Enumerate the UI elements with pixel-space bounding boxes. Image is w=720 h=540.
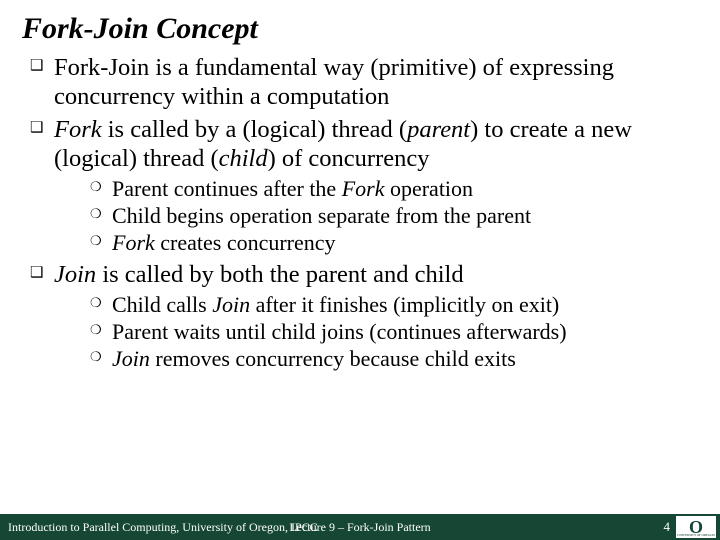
bullet-2: Fork is called by a (logical) thread (pa… <box>30 116 702 257</box>
b2s3a: Fork <box>112 230 155 255</box>
b3s3a: Join <box>112 346 150 371</box>
b2s1c: operation <box>384 176 473 201</box>
bullet-3-join: Join <box>54 261 96 288</box>
bullet-2-t3: ) of concurrency <box>268 145 430 172</box>
bullet-2-parent: parent <box>407 116 470 143</box>
slide-body: Fork-Join is a fundamental way (primitiv… <box>0 46 720 373</box>
bullet-3-sub-3: Join removes concurrency because child e… <box>90 346 702 372</box>
bullet-1-text: Fork-Join is a fundamental way (primitiv… <box>54 54 614 110</box>
b2s3b: creates concurrency <box>155 230 336 255</box>
bullet-2-sub-2: Child begins operation separate from the… <box>90 203 702 229</box>
b2s1b: Fork <box>342 176 385 201</box>
bullet-3-sub-1: Child calls Join after it finishes (impl… <box>90 292 702 318</box>
bullet-3-sublist: Child calls Join after it finishes (impl… <box>54 292 702 373</box>
bullet-2-t1: is called by a (logical) thread ( <box>102 116 407 143</box>
slide: Fork-Join Concept Fork-Join is a fundame… <box>0 0 720 540</box>
slide-title: Fork-Join Concept <box>0 0 720 46</box>
bullet-2-fork: Fork <box>54 116 102 143</box>
bullet-3-sub-2: Parent waits until child joins (continue… <box>90 319 702 345</box>
bullet-3-t1: is called by both the parent and child <box>96 261 463 288</box>
bullet-1: Fork-Join is a fundamental way (primitiv… <box>30 54 702 112</box>
bullet-list: Fork-Join is a fundamental way (primitiv… <box>30 54 702 373</box>
b3s2: Parent waits until child joins (continue… <box>112 319 567 344</box>
b3s1b: Join <box>212 292 250 317</box>
bullet-2-child: child <box>219 145 268 172</box>
b3s1c: after it finishes (implicitly on exit) <box>250 292 559 317</box>
b3s1a: Child calls <box>112 292 212 317</box>
footer-bar: Introduction to Parallel Computing, Univ… <box>0 514 720 540</box>
bullet-3: Join is called by both the parent and ch… <box>30 261 702 373</box>
b2s1a: Parent continues after the <box>112 176 342 201</box>
bullet-2-sublist: Parent continues after the Fork operatio… <box>54 176 702 257</box>
page-number: 4 <box>664 519 671 535</box>
bullet-2-sub-3: Fork creates concurrency <box>90 230 702 256</box>
footer-left: Introduction to Parallel Computing, Univ… <box>8 520 318 535</box>
bullet-2-sub-1: Parent continues after the Fork operatio… <box>90 176 702 202</box>
b3s3b: removes concurrency because child exits <box>150 346 516 371</box>
b2s2: Child begins operation separate from the… <box>112 203 531 228</box>
logo-text: UNIVERSITY OF OREGON <box>676 533 716 537</box>
university-logo: O UNIVERSITY OF OREGON <box>676 516 716 538</box>
